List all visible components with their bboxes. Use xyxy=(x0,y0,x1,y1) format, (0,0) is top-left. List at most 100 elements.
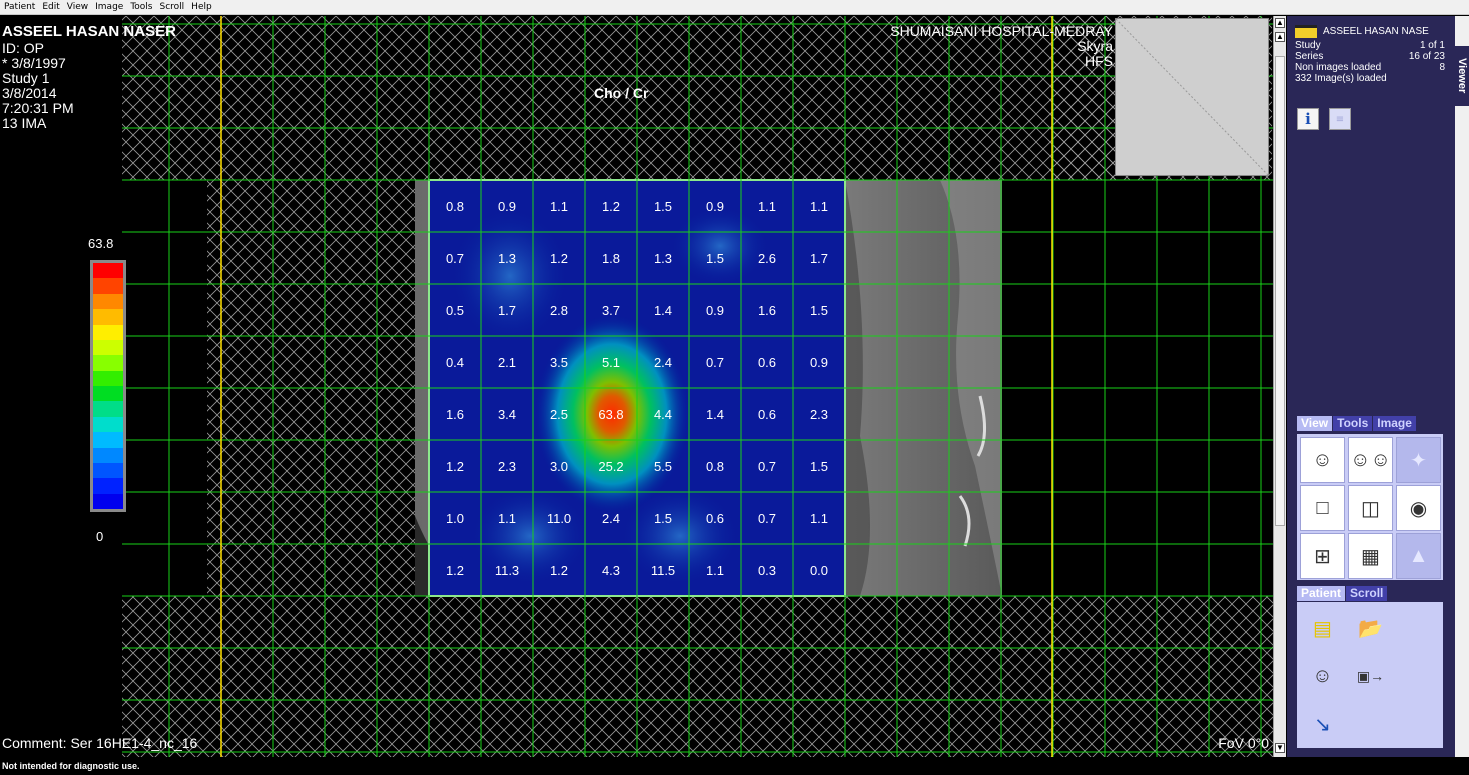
info-icon[interactable]: i xyxy=(1297,108,1319,130)
csi-cell-value: 2.6 xyxy=(757,250,777,266)
menu-patient[interactable]: Patient xyxy=(4,2,35,12)
3d-view-icon[interactable]: ✦ xyxy=(1396,437,1441,483)
color-scale-segment xyxy=(93,478,123,494)
csi-cell-value: 5.1 xyxy=(601,354,621,370)
csi-cell-value: 0.7 xyxy=(445,250,465,266)
save-head-icon[interactable]: ☺ xyxy=(1300,653,1345,699)
patient-position: HFS xyxy=(1085,53,1113,69)
fov-text: FoV 0°0 xyxy=(1218,735,1269,751)
thumbnail-preview[interactable] xyxy=(1115,18,1269,176)
series-value: 16 of 23 xyxy=(1408,51,1445,62)
layout-2x2-icon[interactable]: ⊞ xyxy=(1300,533,1345,579)
color-scale-segment xyxy=(93,278,123,294)
csi-cell-value: 1.5 xyxy=(653,198,673,214)
mountain-view-icon[interactable]: ▲ xyxy=(1396,533,1441,579)
color-scale-min: 0 xyxy=(96,529,104,544)
study-value: 1 of 1 xyxy=(1419,40,1445,51)
csi-cell-value: 0.7 xyxy=(757,510,777,526)
tab-view[interactable]: View xyxy=(1297,416,1333,431)
csi-cell-value: 1.4 xyxy=(653,302,673,318)
csi-cell-value: 0.0 xyxy=(809,562,829,578)
patient-info: ID: OP * 3/8/1997 Study 1 3/8/2014 7:20:… xyxy=(2,41,74,131)
csi-cell-value: 1.2 xyxy=(445,562,465,578)
csi-cell-value: 4.4 xyxy=(653,406,673,422)
menu-image[interactable]: Image xyxy=(95,2,123,12)
menu-view[interactable]: View xyxy=(67,2,88,12)
multi-head-view-icon[interactable]: ☺☺ xyxy=(1348,437,1393,483)
stack-view-icon[interactable]: ◉ xyxy=(1396,485,1441,531)
color-scale-segment xyxy=(93,355,123,371)
csi-cell-value: 0.8 xyxy=(705,458,725,474)
patient-id: ID: OP xyxy=(2,40,45,56)
layout-1x2-icon[interactable]: ◫ xyxy=(1348,485,1393,531)
scroll-up-icon[interactable]: ▲ xyxy=(1275,18,1285,28)
scroll-up-fast-icon[interactable]: ▲ xyxy=(1275,32,1285,42)
scroll-down-icon[interactable]: ▼ xyxy=(1275,743,1285,753)
scanner-model: Skyra xyxy=(1077,38,1113,54)
color-scale-segment xyxy=(93,293,123,310)
menu-help[interactable]: Help xyxy=(191,2,212,12)
color-scale-bar xyxy=(90,260,126,512)
csi-cell-value: 0.6 xyxy=(757,406,777,422)
export-icon[interactable]: ↘ xyxy=(1300,701,1345,747)
csi-cell-value: 2.8 xyxy=(549,302,569,318)
csi-value-grid: 0.8 0.9 1.1 1.2 1.5 0.9 1.1 1.1 0.7 1.3 1.2 1.8 1.3 1… xyxy=(429,180,845,596)
csi-cell-value: 1.5 xyxy=(705,250,725,266)
tab-image[interactable]: Image xyxy=(1373,416,1416,431)
csi-cell-value: 0.4 xyxy=(445,354,465,370)
csi-cell-value: 1.1 xyxy=(549,198,569,214)
color-scale-segment xyxy=(93,370,123,386)
csi-cell-value: 0.8 xyxy=(445,198,465,214)
list-icon[interactable]: ≡ xyxy=(1329,108,1351,130)
empty-slot xyxy=(1348,701,1393,747)
empty-slot xyxy=(1396,653,1441,699)
csi-cell-value: 1.5 xyxy=(809,302,829,318)
menu-edit[interactable]: Edit xyxy=(42,2,59,12)
tab-patient[interactable]: Patient xyxy=(1297,586,1346,601)
layout-1x1-icon[interactable]: □ xyxy=(1300,485,1345,531)
csi-cell-value: 11.5 xyxy=(650,562,676,578)
tab-scroll[interactable]: Scroll xyxy=(1346,586,1388,601)
csi-cell-value: 1.8 xyxy=(601,250,621,266)
csi-cell-value: 1.5 xyxy=(809,458,829,474)
hospital-name: SHUMAISANI HOSPITAL-MEDRAY xyxy=(890,23,1113,39)
non-images-value: 8 xyxy=(1439,62,1445,73)
layout-grid-icon[interactable]: ▦ xyxy=(1348,533,1393,579)
study-label: Study xyxy=(1295,40,1321,51)
menu-tools[interactable]: Tools xyxy=(130,2,152,12)
color-scale-max: 63.8 xyxy=(88,236,114,251)
csi-cell-value: 2.4 xyxy=(601,510,621,526)
patient-browser-icon[interactable]: ▤ xyxy=(1300,605,1345,651)
empty-slot xyxy=(1396,605,1441,651)
scroll-thumb[interactable] xyxy=(1275,56,1285,526)
tab-viewer[interactable]: Viewer xyxy=(1455,46,1469,106)
tab-tools[interactable]: Tools xyxy=(1333,416,1373,431)
color-scale-segment xyxy=(93,386,123,402)
non-images-label: Non images loaded xyxy=(1295,62,1382,73)
comment-text: Comment: Ser 16HE1-4_nc_16 xyxy=(2,735,198,751)
csi-cell-value: 0.9 xyxy=(497,198,517,214)
menu-scroll[interactable]: Scroll xyxy=(160,2,185,12)
study-time: 7:20:31 PM xyxy=(2,100,74,116)
csi-cell-value: 3.0 xyxy=(549,458,569,474)
color-scale-segment xyxy=(93,493,123,509)
images-loaded: 332 Image(s) loaded xyxy=(1295,73,1387,84)
color-scale-segment xyxy=(93,416,123,433)
birth-date: * 3/8/1997 xyxy=(2,55,66,71)
csi-cell-value: 1.1 xyxy=(809,510,829,526)
single-head-view-icon[interactable]: ☺ xyxy=(1300,437,1345,483)
open-folder-icon[interactable]: 📂 xyxy=(1348,605,1393,651)
csi-cell-value: 1.6 xyxy=(445,406,465,422)
csi-cell-value: 0.7 xyxy=(705,354,725,370)
csi-cell-value: 1.7 xyxy=(497,302,517,318)
transfer-icon[interactable]: ▣→ xyxy=(1348,653,1393,699)
patient-tabs: Patient Scroll xyxy=(1297,586,1443,601)
csi-cell-value: 1.2 xyxy=(445,458,465,474)
csi-cell-value: 1.6 xyxy=(757,302,777,318)
csi-cell-value: 1.1 xyxy=(809,198,829,214)
map-title: Cho / Cr xyxy=(594,85,649,101)
right-panel: ASSEEL HASAN NASE Study 1 of 1 Series 16 o… xyxy=(1287,16,1455,757)
vertical-scrollbar[interactable]: ▲ ▲ ▼ xyxy=(1273,16,1286,757)
image-viewport[interactable]: 0.8 0.9 1.1 1.2 1.5 0.9 1.1 1.1 0.7 1.3 1.2 1.8 1.3 1… xyxy=(0,16,1273,757)
folder-icon[interactable] xyxy=(1295,24,1317,38)
